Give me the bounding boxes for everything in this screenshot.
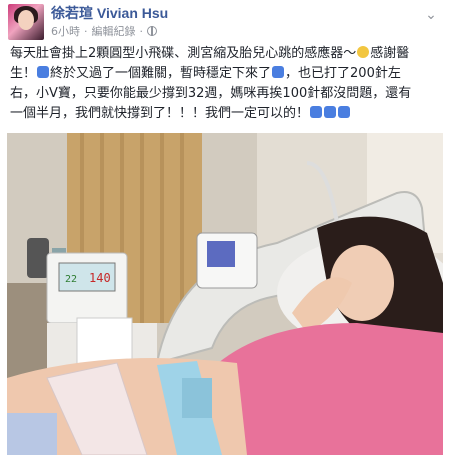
- post-time[interactable]: 6小時: [51, 23, 80, 39]
- post-line-2c: ，也已打了200針左: [285, 66, 401, 81]
- globe-icon: [147, 26, 157, 36]
- post-photo[interactable]: 22 140: [7, 133, 443, 455]
- post-line-4: 一個半月，我們就快撐到了！！！我們一定可以的！: [10, 106, 310, 121]
- monitor-reading-right: 22: [65, 274, 77, 285]
- post-line-3: 右，小V寶，只要你能最少撐到32週，媽咪再挨100針都沒問題，還有: [10, 86, 412, 101]
- post-meta: 6小時 · 編輯紀錄 ·: [51, 23, 157, 39]
- pray-emoji: [37, 66, 50, 78]
- chevron-down-icon[interactable]: ⌄: [422, 8, 440, 22]
- post-line-2: 生！: [10, 66, 37, 81]
- post-text: 每天肚會掛上2顆圓型小飛碟、測宮縮及胎兒心跳的感應器～ 感謝醫 生！ 終於又過了一個…: [10, 44, 440, 124]
- meta-separator-2: ·: [139, 24, 144, 38]
- author-name[interactable]: 徐若瑄 Vivian Hsu: [51, 3, 168, 23]
- post-header: 徐若瑄 Vivian Hsu 6小時 · 編輯紀錄 · ⌄: [0, 0, 450, 40]
- facebook-post: 徐若瑄 Vivian Hsu 6小時 · 編輯紀錄 · ⌄ 每天肚會掛上2顆圓型…: [0, 0, 450, 455]
- post-line-1b: 感謝醫: [370, 46, 410, 61]
- monitor-reading-left: 140: [89, 271, 111, 285]
- meta-separator: ·: [84, 24, 88, 38]
- avatar-face: [18, 10, 34, 30]
- edit-history-link[interactable]: 編輯紀錄: [92, 23, 136, 39]
- post-line-1: 每天肚會掛上2顆圓型小飛碟、測宮縮及胎兒心跳的感應器～: [10, 46, 357, 61]
- tears-emoji-2: [324, 106, 337, 118]
- tears-emoji-3: [338, 106, 351, 118]
- hospital-photo-illustration: 22 140: [7, 133, 443, 455]
- post-line-2b: 終於又過了一個難關，暫時穩定下來了: [50, 66, 272, 81]
- smile-emoji: [357, 46, 370, 58]
- tears-emoji: [310, 106, 323, 118]
- thumbs-up-emoji: [272, 66, 285, 78]
- avatar[interactable]: [8, 4, 44, 40]
